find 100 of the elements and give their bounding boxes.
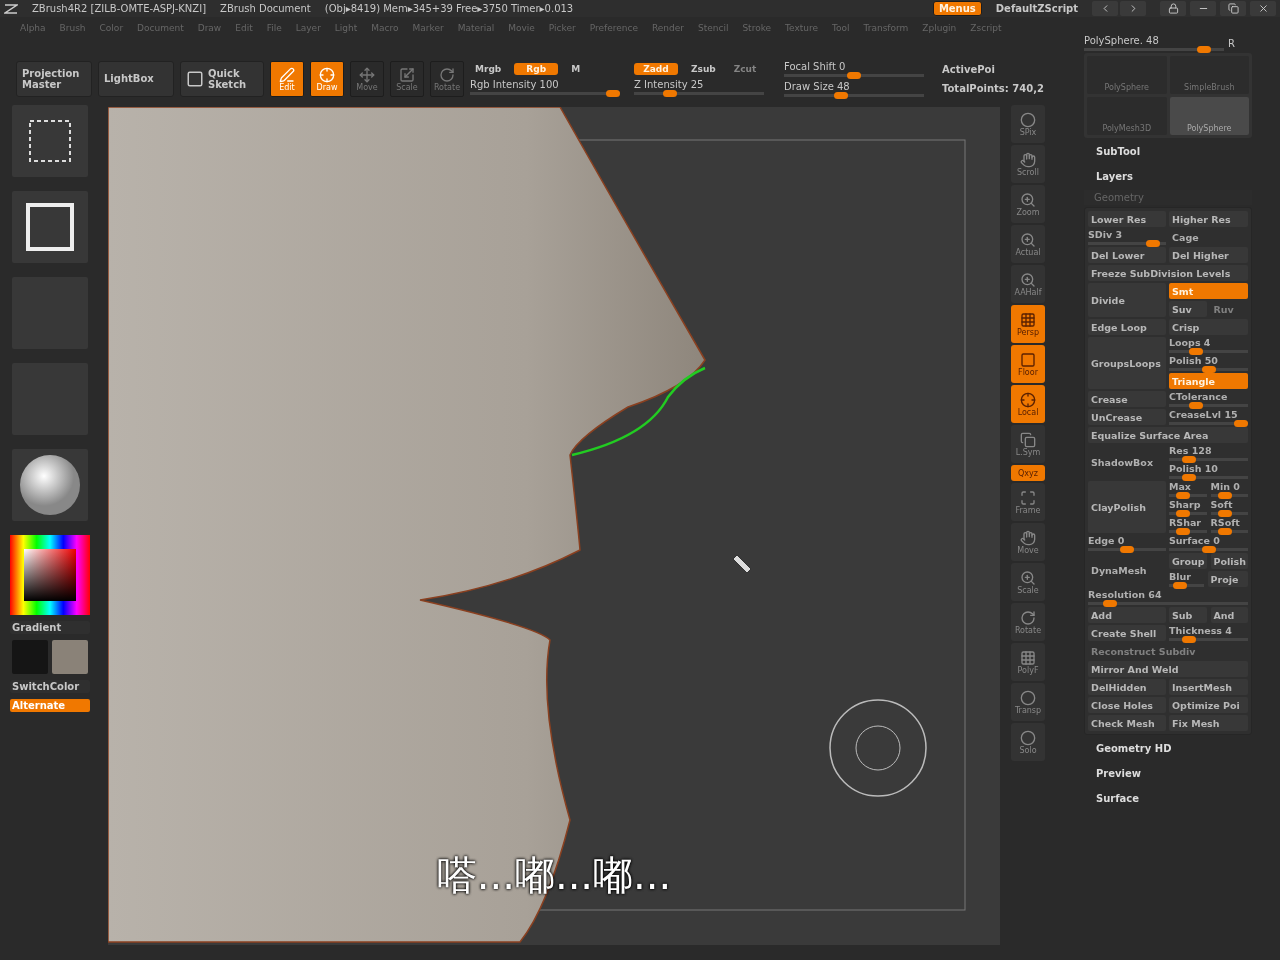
toggle-button[interactable]: Polish [1210, 553, 1248, 569]
slider[interactable]: Draw Size 48 [784, 81, 924, 97]
panel-button[interactable]: Add [1088, 607, 1166, 623]
view-button[interactable]: Scroll [1011, 145, 1045, 183]
tool-thumbnail[interactable]: PolyMesh3D [1087, 97, 1167, 135]
panel-button[interactable]: Sub [1169, 607, 1207, 623]
slider[interactable]: Rgb Intensity 100 [470, 79, 620, 95]
view-button[interactable]: Scale [1011, 563, 1045, 601]
panel-button[interactable]: Close Holes [1088, 697, 1166, 713]
panel-button[interactable]: Lower Res [1088, 211, 1166, 227]
panel-button[interactable]: Equalize Surface Area [1088, 427, 1248, 443]
view-button[interactable]: Actual [1011, 225, 1045, 263]
texture-slot[interactable] [12, 191, 88, 263]
slider[interactable]: Res 128 [1169, 445, 1248, 461]
mode-button[interactable]: Scale [390, 61, 424, 97]
view-button[interactable]: SPix [1011, 105, 1045, 143]
section-header[interactable]: SubTool [1084, 140, 1252, 163]
toggle-button[interactable]: Crisp [1169, 319, 1248, 335]
slider[interactable]: Edge 0 [1088, 535, 1166, 551]
color-mode-button[interactable]: Mrgb [470, 63, 507, 75]
slider[interactable]: RShar [1169, 517, 1207, 533]
sculpt-viewport[interactable]: 嗒...嘟...嘟... [108, 107, 1000, 945]
section-header[interactable]: Layers [1084, 165, 1252, 188]
section-header[interactable]: Surface [1084, 787, 1252, 810]
section-header[interactable]: Preview [1084, 762, 1252, 785]
slider[interactable]: SDiv 3 [1088, 229, 1166, 245]
subtitle: 嗒...嘟...嘟... [435, 851, 673, 900]
slider[interactable]: Blur [1169, 571, 1204, 587]
view-button[interactable]: Frame [1011, 483, 1045, 521]
slider[interactable]: Z Intensity 25 [634, 79, 764, 95]
view-button[interactable]: Qxyz [1011, 465, 1045, 481]
panel-button[interactable]: UnCrease [1088, 409, 1166, 425]
view-button[interactable]: AAHalf [1011, 265, 1045, 303]
view-button[interactable]: Solo [1011, 723, 1045, 761]
panel-button[interactable]: Freeze SubDivision Levels [1088, 265, 1248, 281]
panel-button[interactable]: Fix Mesh [1169, 715, 1248, 731]
section-header[interactable]: Geometry HD [1084, 737, 1252, 760]
view-button[interactable]: Zoom [1011, 185, 1045, 223]
switch-color-button[interactable]: SwitchColor [10, 680, 90, 693]
slider[interactable]: Soft [1210, 499, 1248, 515]
z-mode-button[interactable]: Zsub [686, 63, 721, 75]
close-icon[interactable] [1250, 1, 1276, 16]
draw-icon [319, 66, 335, 83]
view-button[interactable]: L.Sym [1011, 425, 1045, 463]
view-button[interactable]: Local [1011, 385, 1045, 423]
panel-label: DynaMesh [1090, 563, 1148, 578]
color-swatch[interactable] [52, 640, 88, 674]
panel-button[interactable]: GroupsLoops [1088, 337, 1166, 389]
panel-button[interactable]: DelHidden [1088, 679, 1166, 695]
tool-thumbnail[interactable]: SimpleBrush [1169, 56, 1249, 94]
slider[interactable]: Min 0 [1210, 481, 1248, 497]
panel-button[interactable]: Del Lower [1088, 247, 1166, 263]
shelf-button[interactable]: LightBox [98, 61, 174, 97]
texture-slot[interactable] [12, 449, 88, 521]
panel-button[interactable]: Edge Loop [1088, 319, 1166, 335]
slider[interactable]: CreaseLvl 15 [1169, 409, 1248, 425]
toggle-button[interactable]: Group [1169, 553, 1207, 569]
mode-button[interactable]: Move [350, 61, 384, 97]
slider[interactable]: Focal Shift 0 [784, 61, 924, 77]
panel-button[interactable]: Mirror And Weld [1088, 661, 1248, 677]
shelf-button[interactable]: Projection Master [16, 61, 92, 97]
tool-thumbnail[interactable]: PolySphere [1087, 56, 1167, 94]
lock-icon[interactable] [1160, 1, 1186, 16]
mode-button[interactable]: Rotate [430, 61, 464, 97]
panel-button[interactable]: And [1210, 607, 1248, 623]
z-mode-button[interactable]: Zcut [728, 63, 762, 75]
view-button[interactable]: Persp [1011, 305, 1045, 343]
panel-button[interactable]: Crease [1088, 391, 1166, 407]
slider[interactable]: CTolerance [1169, 391, 1248, 407]
restore-icon[interactable] [1220, 1, 1246, 16]
slider[interactable]: Loops 4 [1169, 337, 1248, 353]
panel-button[interactable]: Divide [1088, 283, 1166, 317]
panel-button[interactable]: InsertMesh [1169, 679, 1248, 695]
toggle-button[interactable]: Proje [1207, 571, 1248, 587]
panel-button[interactable]: ClayPolish [1088, 481, 1166, 533]
panel-button[interactable]: Optimize Poi [1169, 697, 1248, 713]
view-button[interactable]: PolyF [1011, 643, 1045, 681]
slider[interactable]: Thickness 4 [1169, 625, 1248, 641]
slider[interactable]: RSoft [1210, 517, 1248, 533]
slider[interactable]: Resolution 64 [1088, 589, 1248, 605]
toggle-button[interactable]: Suv [1169, 301, 1207, 317]
panel-button[interactable]: Check Mesh [1088, 715, 1166, 731]
view-button[interactable]: Move [1011, 523, 1045, 561]
slider[interactable]: Sharp [1169, 499, 1207, 515]
color-mode-button[interactable]: M [566, 63, 586, 75]
panel-button[interactable]: Del Higher [1169, 247, 1248, 263]
view-button[interactable]: Floor [1011, 345, 1045, 383]
slider[interactable]: Polish 50 [1169, 355, 1248, 371]
slider[interactable]: Polish 10 [1169, 463, 1248, 479]
color-picker[interactable] [10, 535, 90, 615]
slider[interactable]: Surface 0 [1169, 535, 1248, 551]
tool-thumbnail[interactable]: PolySphere [1169, 97, 1249, 135]
texture-slot[interactable] [12, 105, 88, 177]
shelf-button[interactable]: Quick Sketch [180, 61, 264, 97]
slider[interactable]: PolySphere. 48 [1084, 35, 1224, 51]
slider[interactable]: Max [1169, 481, 1207, 497]
panel-button[interactable]: Create Shell [1088, 625, 1166, 641]
view-button[interactable]: Transp [1011, 683, 1045, 721]
view-button[interactable]: Rotate [1011, 603, 1045, 641]
panel-button[interactable]: Higher Res [1169, 211, 1248, 227]
